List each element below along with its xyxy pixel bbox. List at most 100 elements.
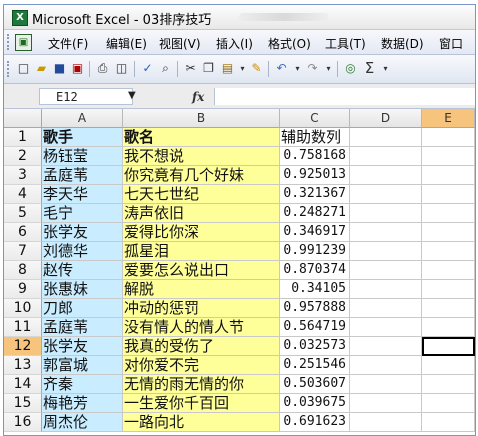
chevron-down-icon[interactable]: ▾ bbox=[290, 61, 305, 76]
spreadsheet-grid[interactable]: A B C D E 1 歌手 歌名 辅助数列 2 杨钰莹 我不想说 0.758168 3 孟庭苇你… bbox=[4, 109, 475, 435]
cell-b[interactable]: 一生爱你千百回 bbox=[123, 394, 280, 413]
cell-d[interactable] bbox=[350, 185, 422, 204]
cell-a[interactable]: 周杰伦 bbox=[42, 413, 123, 432]
cell-c[interactable]: 0.34105 bbox=[280, 280, 350, 299]
row-header[interactable]: 5 bbox=[4, 204, 42, 223]
cell-e[interactable] bbox=[422, 261, 475, 280]
menu-insert[interactable]: 插入(I) bbox=[216, 35, 253, 52]
row-header[interactable]: 8 bbox=[4, 261, 42, 280]
row-header[interactable]: 9 bbox=[4, 280, 42, 299]
cell-c[interactable]: 0.503607 bbox=[280, 375, 350, 394]
cell-e[interactable] bbox=[422, 280, 475, 299]
row-header[interactable]: 15 bbox=[4, 394, 42, 413]
cell-b[interactable]: 冲动的惩罚 bbox=[123, 299, 280, 318]
cell-b[interactable]: 孤星泪 bbox=[123, 242, 280, 261]
autosum-icon[interactable]: Σ bbox=[362, 61, 377, 76]
cell-e[interactable] bbox=[422, 299, 475, 318]
select-all-corner[interactable] bbox=[4, 109, 42, 128]
cell-d[interactable] bbox=[350, 204, 422, 223]
chevron-down-icon[interactable]: ▾ bbox=[235, 61, 250, 76]
menu-data[interactable]: 数据(D) bbox=[381, 35, 424, 52]
row-header[interactable]: 16 bbox=[4, 413, 42, 432]
cell-b[interactable]: 爱得比你深 bbox=[123, 223, 280, 242]
document-icon[interactable]: ▣ bbox=[15, 34, 32, 51]
row-header[interactable]: 11 bbox=[4, 318, 42, 337]
open-icon[interactable]: ▰ bbox=[34, 61, 49, 76]
cell-c[interactable]: 0.758168 bbox=[280, 147, 350, 166]
cell-c[interactable]: 0.248271 bbox=[280, 204, 350, 223]
cell-a[interactable]: 张学友 bbox=[42, 337, 123, 356]
cell-d[interactable] bbox=[350, 166, 422, 185]
cell-d[interactable] bbox=[350, 394, 422, 413]
spelling-icon[interactable]: ✓ bbox=[140, 61, 155, 76]
menu-format[interactable]: 格式(O) bbox=[268, 35, 311, 52]
cell-c[interactable]: 0.564719 bbox=[280, 318, 350, 337]
permission-icon[interactable]: ▣ bbox=[70, 61, 85, 76]
row-header[interactable]: 6 bbox=[4, 223, 42, 242]
active-cell-selection[interactable] bbox=[422, 337, 475, 356]
cell-d[interactable] bbox=[350, 280, 422, 299]
cell-a[interactable]: 郭富城 bbox=[42, 356, 123, 375]
cell-e[interactable] bbox=[422, 413, 475, 432]
row-header[interactable]: 3 bbox=[4, 166, 42, 185]
cell-b[interactable]: 对你爱不完 bbox=[123, 356, 280, 375]
cell-c[interactable]: 0.346917 bbox=[280, 223, 350, 242]
cell-b[interactable]: 解脱 bbox=[123, 280, 280, 299]
cell-e[interactable] bbox=[422, 223, 475, 242]
fx-icon[interactable]: fx bbox=[192, 90, 204, 104]
row-header[interactable]: 12 bbox=[4, 337, 42, 356]
row-header[interactable]: 7 bbox=[4, 242, 42, 261]
cell-e[interactable] bbox=[422, 185, 475, 204]
cell-b[interactable]: 爱要怎么说出口 bbox=[123, 261, 280, 280]
cell-d[interactable] bbox=[350, 375, 422, 394]
row-header[interactable]: 10 bbox=[4, 299, 42, 318]
cell-b[interactable]: 歌名 bbox=[123, 128, 280, 147]
cell-c[interactable]: 0.870374 bbox=[280, 261, 350, 280]
print-preview-icon[interactable]: ◫ bbox=[114, 61, 129, 76]
column-header-c[interactable]: C bbox=[280, 109, 350, 128]
new-icon[interactable]: □ bbox=[16, 61, 31, 76]
menu-window[interactable]: 窗口 bbox=[439, 35, 463, 52]
column-header-a[interactable]: A bbox=[42, 109, 123, 128]
format-painter-icon[interactable]: ✎ bbox=[249, 61, 264, 76]
cell-a[interactable]: 李天华 bbox=[42, 185, 123, 204]
paste-icon[interactable]: ▤ bbox=[220, 61, 235, 76]
menu-tools[interactable]: 工具(T) bbox=[325, 35, 366, 52]
cell-a[interactable]: 刀郎 bbox=[42, 299, 123, 318]
cell-a[interactable]: 齐秦 bbox=[42, 375, 123, 394]
cell-d[interactable] bbox=[350, 128, 422, 147]
row-header[interactable]: 14 bbox=[4, 375, 42, 394]
copy-icon[interactable]: ❐ bbox=[201, 61, 216, 76]
hyperlink-icon[interactable]: ◎ bbox=[343, 61, 358, 76]
formula-input[interactable] bbox=[214, 88, 475, 105]
cell-a[interactable]: 歌手 bbox=[42, 128, 123, 147]
cell-d[interactable] bbox=[350, 147, 422, 166]
cell-a[interactable]: 赵传 bbox=[42, 261, 123, 280]
cell-a[interactable]: 杨钰莹 bbox=[42, 147, 123, 166]
cell-d[interactable] bbox=[350, 413, 422, 432]
cell-a[interactable]: 孟庭苇 bbox=[42, 318, 123, 337]
cell-b[interactable]: 无情的雨无情的你 bbox=[123, 375, 280, 394]
redo-icon[interactable]: ↷ bbox=[305, 61, 320, 76]
cell-d[interactable] bbox=[350, 261, 422, 280]
cell-c[interactable]: 0.957888 bbox=[280, 299, 350, 318]
cell-e[interactable] bbox=[422, 318, 475, 337]
cell-c[interactable]: 辅助数列 bbox=[280, 128, 350, 147]
cell-a[interactable]: 刘德华 bbox=[42, 242, 123, 261]
row-header[interactable]: 4 bbox=[4, 185, 42, 204]
cell-e[interactable] bbox=[422, 242, 475, 261]
cell-d[interactable] bbox=[350, 223, 422, 242]
cell-e[interactable] bbox=[422, 128, 475, 147]
cell-c[interactable]: 0.991239 bbox=[280, 242, 350, 261]
undo-icon[interactable]: ↶ bbox=[274, 61, 289, 76]
chevron-down-icon[interactable]: ▾ bbox=[378, 61, 393, 76]
cell-a[interactable]: 梅艳芳 bbox=[42, 394, 123, 413]
print-icon[interactable]: ⎙ bbox=[95, 61, 110, 76]
cell-b[interactable]: 涛声依旧 bbox=[123, 204, 280, 223]
cell-e[interactable] bbox=[422, 147, 475, 166]
cell-d[interactable] bbox=[350, 356, 422, 375]
cell-c[interactable]: 0.691623 bbox=[280, 413, 350, 432]
cell-c[interactable]: 0.039675 bbox=[280, 394, 350, 413]
chevron-down-icon[interactable]: ▾ bbox=[321, 61, 336, 76]
cell-c[interactable]: 0.321367 bbox=[280, 185, 350, 204]
